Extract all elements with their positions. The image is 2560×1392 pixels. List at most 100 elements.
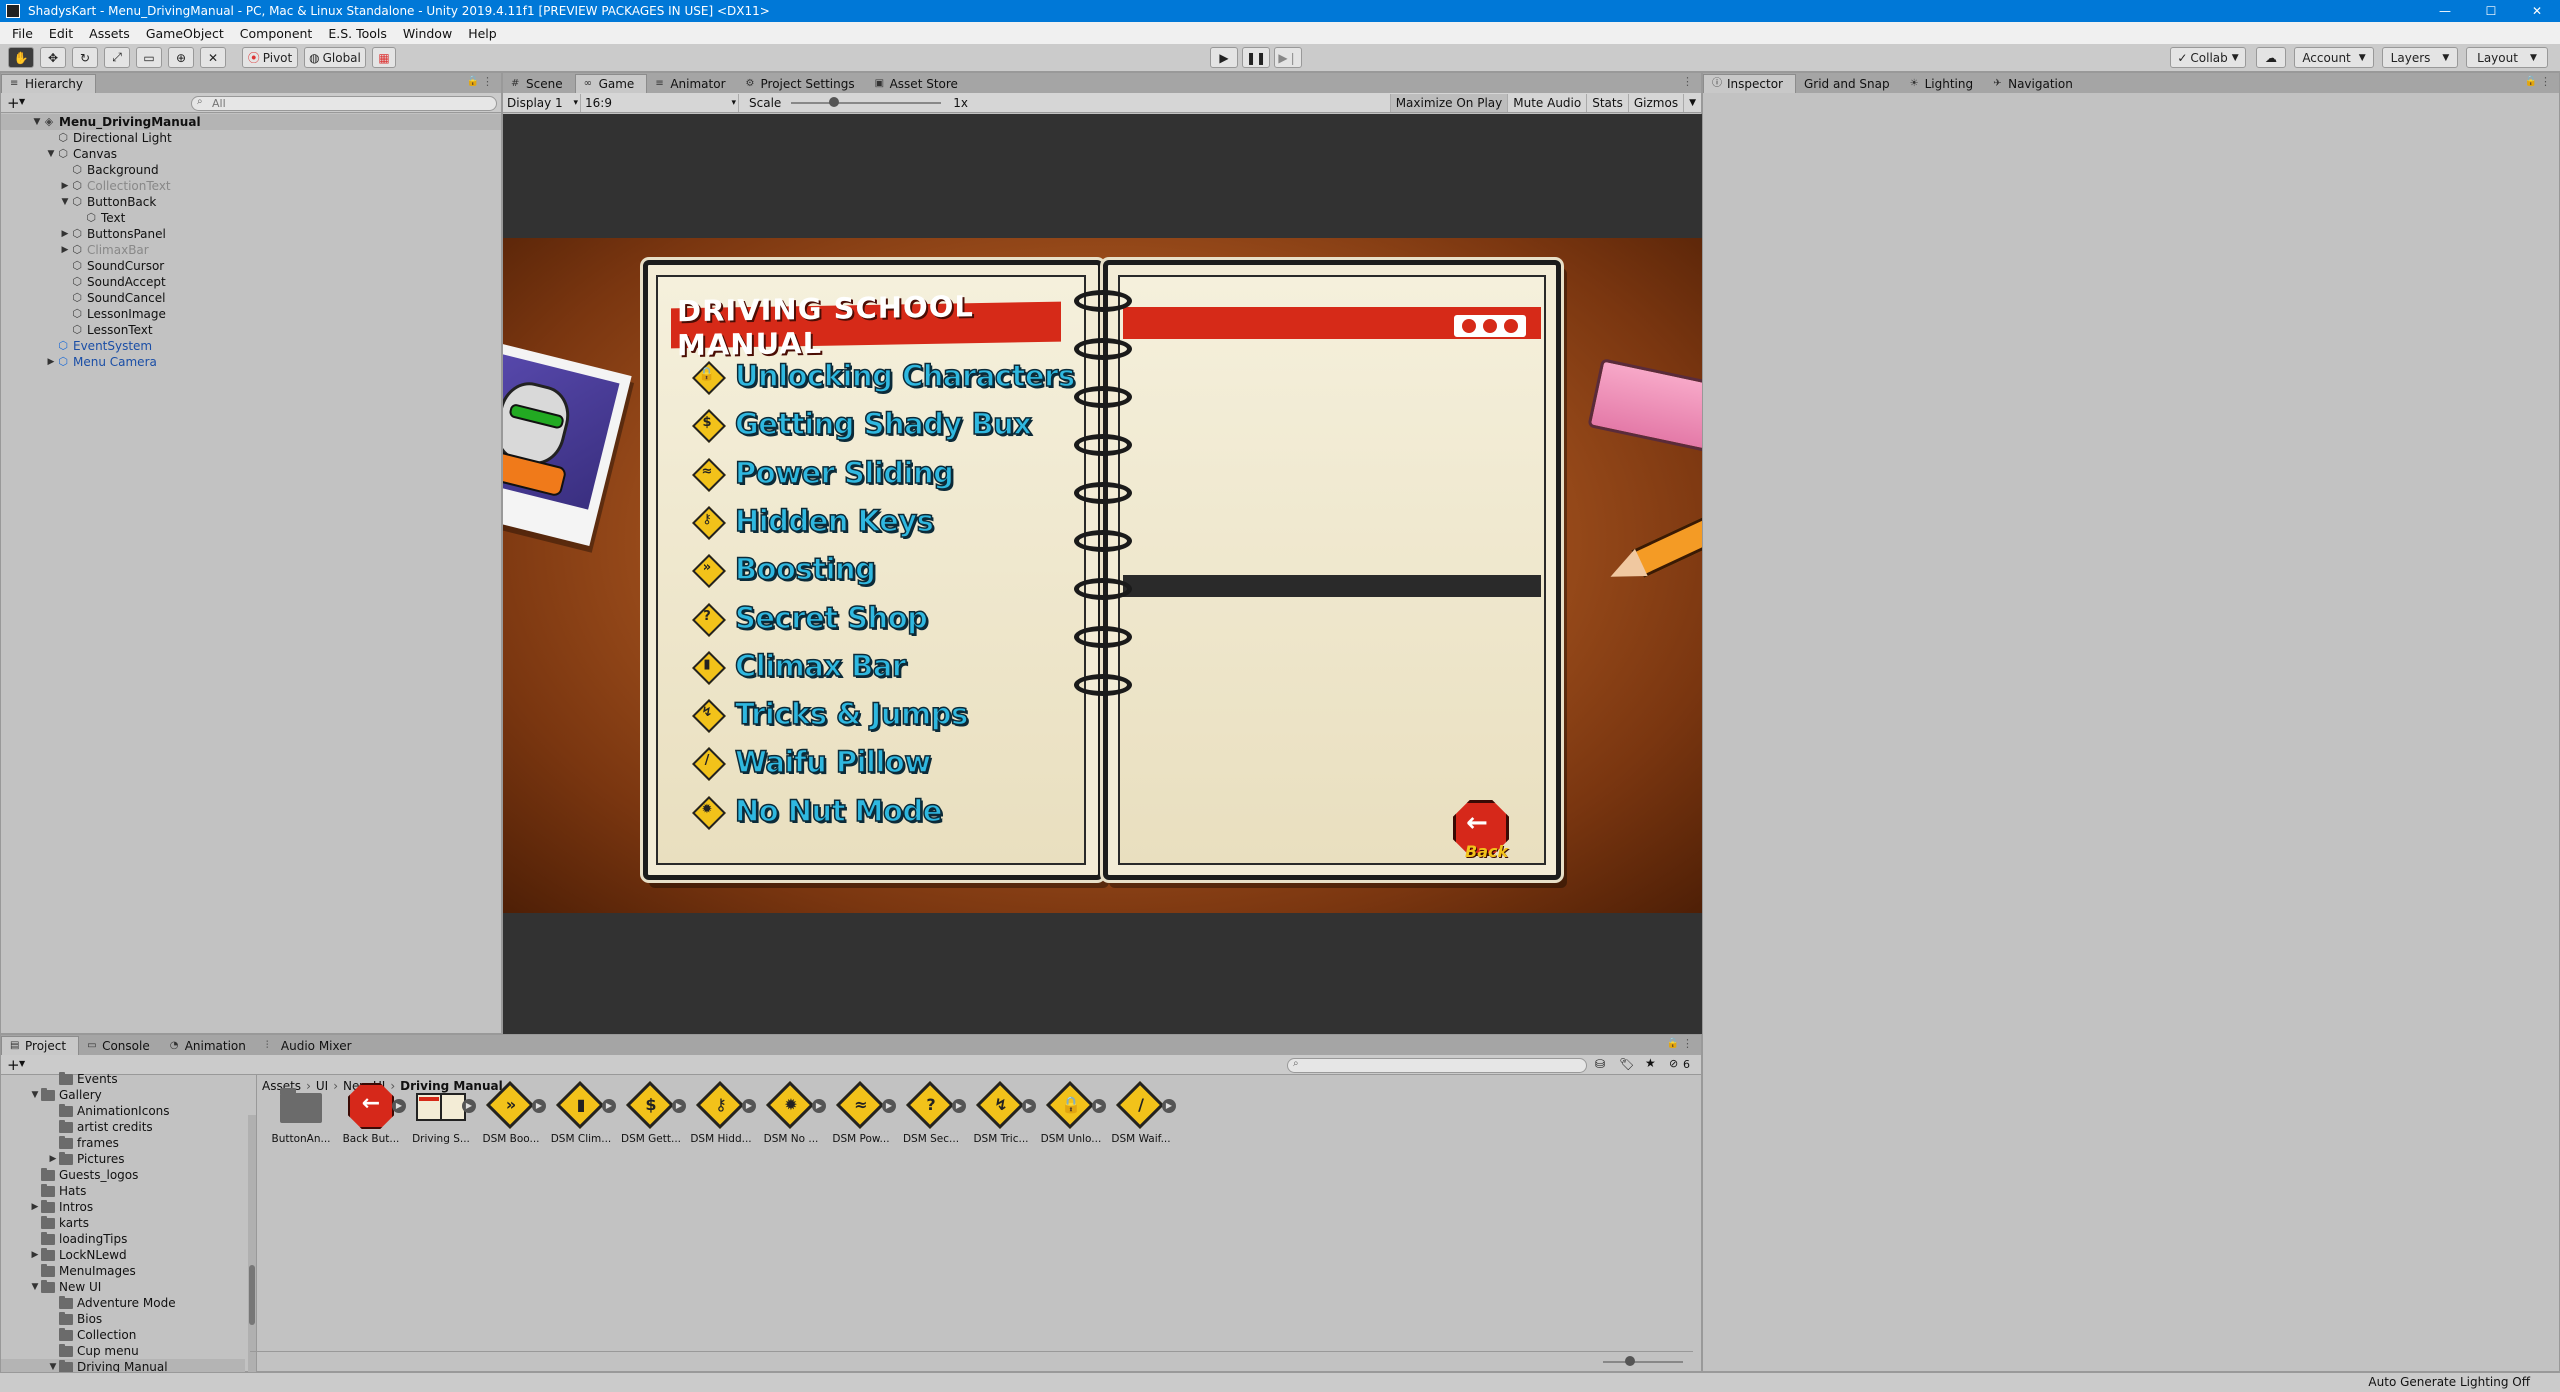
transform-tool-icon[interactable]: ⊕ [168,47,194,68]
asset-item[interactable]: / ▶ DSM Waif... [1108,1080,1176,1151]
menu-help[interactable]: Help [460,26,505,41]
account-dropdown[interactable]: Account ▼ [2294,47,2374,68]
lesson-button[interactable]: ✹ No Nut Mode [693,791,944,831]
asset-item[interactable]: $ ▶ DSM Gett... [618,1080,686,1151]
hierarchy-item[interactable]: ⬡ LessonImage [1,306,501,322]
expanded-arrow-icon[interactable]: ▼ [29,1282,41,1292]
asset-item[interactable]: » ▶ DSM Boo... [478,1080,546,1151]
add-object-button[interactable]: + [7,94,20,112]
asset-item[interactable]: ← ▶ Back But... [338,1081,406,1151]
menu-edit[interactable]: Edit [41,26,81,41]
global-toggle-button[interactable]: ◍ Global [304,47,366,68]
project-search-input[interactable] [1287,1058,1587,1073]
favorites-star-icon[interactable]: ★ [1645,1056,1656,1070]
icon-size-slider-handle[interactable] [1625,1356,1635,1366]
hierarchy-search-input[interactable] [191,96,497,111]
scale-tool-icon[interactable]: ⤢ [104,47,130,68]
collapsed-arrow-icon[interactable]: ▶ [47,1154,59,1164]
game-screen[interactable]: DRIVING SCHOOL MANUAL 🔒 Unlocking Charact… [503,238,1703,913]
expand-sprite-icon[interactable]: ▶ [882,1099,896,1113]
hierarchy-item[interactable]: ▶ ⬡ CollectionText [1,178,501,194]
folder-tree-item[interactable]: ▼ Gallery [1,1087,245,1103]
filter-by-label-icon[interactable]: 🏷 [1619,1057,1634,1071]
folder-tree-item[interactable]: ▶ Pictures [1,1151,245,1167]
hierarchy-item[interactable]: ▶ ⬡ ClimaxBar [1,242,501,258]
expanded-arrow-icon[interactable]: ▼ [47,1362,59,1372]
filter-by-type-icon[interactable]: ⛁ [1595,1057,1605,1071]
tab-animation[interactable]: ◔ Animation [162,1036,258,1055]
folder-tree-item[interactable]: frames [1,1135,245,1151]
asset-item[interactable]: ▶ Driving S... [408,1081,476,1151]
maximize-on-play-toggle[interactable]: Maximize On Play [1389,93,1508,112]
lesson-button[interactable]: $ Getting Shady Bux [693,404,1032,444]
hierarchy-item[interactable]: ⬡ SoundCursor [1,258,501,274]
expand-sprite-icon[interactable]: ▶ [532,1099,546,1113]
collapsed-arrow-icon[interactable]: ▶ [29,1250,41,1260]
tab-project[interactable]: ▤ Project [1,1036,80,1055]
collapsed-arrow-icon[interactable]: ▶ [59,229,71,239]
expand-sprite-icon[interactable]: ▶ [1162,1099,1176,1113]
expanded-arrow-icon[interactable]: ▼ [29,1090,41,1100]
asset-item[interactable]: ? ▶ DSM Sec... [898,1080,966,1151]
expand-sprite-icon[interactable]: ▶ [462,1099,476,1113]
lesson-button[interactable]: » Boosting [693,549,877,589]
lesson-button[interactable]: / Waifu Pillow [693,742,932,782]
tab-hierarchy[interactable]: ≡ Hierarchy [1,74,97,93]
tab-audio-mixer[interactable]: ⫶ Audio Mixer [258,1036,364,1055]
hand-tool-icon[interactable]: ✋ [8,47,34,68]
expand-sprite-icon[interactable]: ▶ [1092,1099,1106,1113]
folder-tree-item[interactable]: Guests_logos [1,1167,245,1183]
tree-scrollbar[interactable] [248,1115,256,1375]
lesson-button[interactable]: ≈ Power Sliding [693,453,955,493]
expanded-arrow-icon[interactable]: ▼ [31,117,43,127]
lesson-button[interactable]: ? Secret Shop [693,598,928,638]
layout-dropdown[interactable]: Layout ▼ [2466,47,2548,68]
expanded-arrow-icon[interactable]: ▼ [45,149,57,159]
stats-toggle[interactable]: Stats [1586,93,1628,112]
asset-item[interactable]: ⚷ ▶ DSM Hidd... [688,1080,756,1151]
scale-slider[interactable] [791,96,942,107]
hierarchy-item[interactable]: ⬡ EventSystem [1,338,501,354]
tab-console[interactable]: ▭ Console [79,1036,162,1055]
collapsed-arrow-icon[interactable]: ▶ [29,1202,41,1212]
snap-grid-icon[interactable]: ▦ [372,47,396,68]
chevron-down-icon[interactable]: ▼ [19,1059,25,1068]
folder-tree-item[interactable]: Cup menu [1,1343,245,1359]
asset-item[interactable]: ✹ ▶ DSM No ... [758,1080,826,1151]
folder-tree-item[interactable]: ▶ LockNLewd [1,1247,245,1263]
tab-inspector[interactable]: ⓘ Inspector [1703,74,1796,93]
move-tool-icon[interactable]: ✥ [40,47,66,68]
asset-item[interactable]: ≈ ▶ DSM Pow... [828,1080,896,1151]
lock-icon[interactable]: 🔒 [1667,1038,1679,1049]
kebab-menu-icon[interactable]: ⋮ [482,75,493,88]
tab-animator[interactable]: ≡ Animator [647,74,737,93]
folder-tree-item[interactable]: Bios [1,1311,245,1327]
lesson-button[interactable]: ▮ Climax Bar [693,646,907,686]
lock-icon[interactable]: 🔒 [2525,76,2537,87]
lesson-button[interactable]: ↯ Tricks & Jumps [693,694,969,734]
collab-dropdown[interactable]: ✓ Collab ▼ [2170,47,2246,68]
collapsed-arrow-icon[interactable]: ▶ [45,357,57,367]
expand-sprite-icon[interactable]: ▶ [812,1099,826,1113]
hierarchy-item[interactable]: ⬡ Background [1,162,501,178]
folder-tree-item[interactable]: ▶ Intros [1,1199,245,1215]
hidden-packages-icon[interactable]: ⊘ [1669,1057,1678,1070]
asset-item[interactable]: ButtonAn... [268,1081,334,1151]
aspect-dropdown[interactable]: 16:9 [581,93,739,112]
icon-size-slider[interactable] [1603,1356,1683,1366]
asset-item[interactable]: ↯ ▶ DSM Tric... [968,1080,1036,1151]
tab-lighting[interactable]: ☀ Lighting [1902,74,1986,93]
back-button[interactable]: ← Back [1451,800,1511,861]
menu-file[interactable]: File [4,26,41,41]
tab-game[interactable]: ∞ Game [574,74,648,93]
hierarchy-item[interactable]: ⬡ SoundCancel [1,290,501,306]
display-dropdown[interactable]: Display 1 [503,93,581,112]
pivot-toggle-button[interactable]: ⦿ Pivot [242,47,298,68]
rotate-tool-icon[interactable]: ↻ [72,47,98,68]
collapsed-arrow-icon[interactable]: ▶ [59,181,71,191]
pause-icon[interactable]: ❚❚ [1242,47,1270,68]
expand-sprite-icon[interactable]: ▶ [952,1099,966,1113]
hierarchy-item[interactable]: ⬡ Text [1,210,501,226]
rect-tool-icon[interactable]: ▭ [136,47,162,68]
hierarchy-item[interactable]: ⬡ SoundAccept [1,274,501,290]
